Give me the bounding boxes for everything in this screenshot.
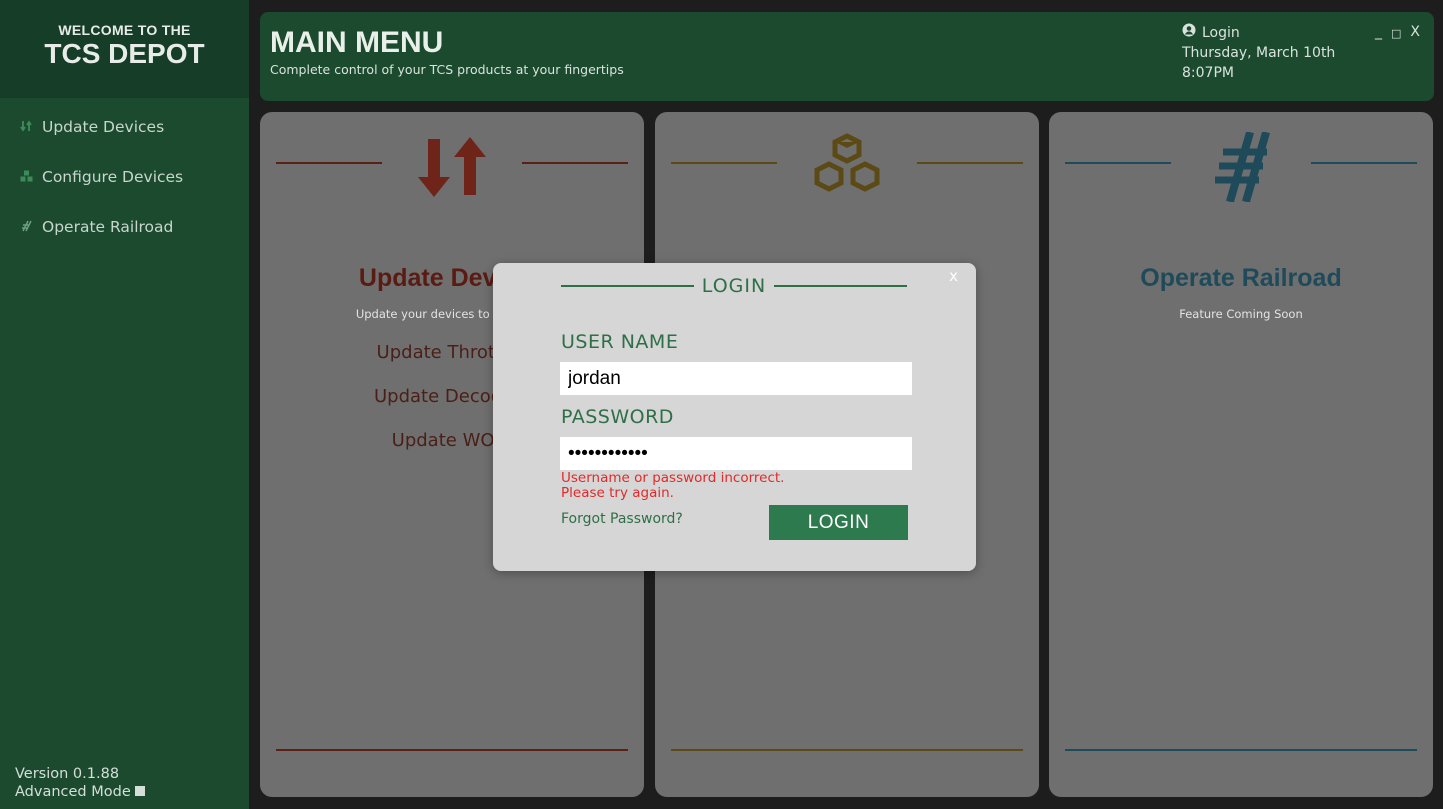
brand-name: TCS DEPOT: [44, 38, 205, 69]
error-line: Username or password incorrect.: [561, 470, 785, 486]
page-title: MAIN MENU: [270, 26, 444, 59]
sidebar-item-configure-devices[interactable]: Configure Devices: [0, 168, 249, 218]
password-input[interactable]: [560, 437, 912, 470]
arrows-updown-icon: [20, 120, 42, 132]
sidebar-item-label: Configure Devices: [42, 168, 184, 186]
page-subtitle: Complete control of your TCS products at…: [270, 62, 624, 77]
cubes-icon: [20, 170, 42, 182]
sidebar-nav: Update Devices Configure Devices Operate…: [0, 98, 249, 268]
divider: [561, 285, 694, 287]
divider: [671, 749, 1023, 751]
dialog-title: LOGIN: [561, 275, 907, 297]
divider: [774, 285, 907, 287]
password-label: PASSWORD: [561, 406, 674, 428]
error-line: Please try again.: [561, 485, 674, 501]
track-icon: [20, 220, 42, 232]
divider: [276, 162, 382, 164]
app-window: WELCOME TO THE TCS DEPOT Update Devices …: [0, 0, 1443, 809]
divider: [671, 162, 777, 164]
divider: [917, 162, 1023, 164]
divider: [1065, 749, 1417, 751]
cubes-icon: [797, 132, 897, 202]
arrows-updown-icon: [402, 132, 502, 202]
dialog-title-text: LOGIN: [701, 275, 767, 297]
brand: WELCOME TO THE TCS DEPOT: [0, 0, 249, 98]
divider: [1311, 162, 1417, 164]
login-dialog: x LOGIN USER NAME PASSWORD Username or p…: [493, 263, 976, 571]
login-link[interactable]: Login: [1182, 23, 1335, 43]
operate-railroad-card[interactable]: Operate Railroad Feature Coming Soon: [1049, 112, 1433, 797]
username-input[interactable]: [560, 362, 912, 395]
sidebar: WELCOME TO THE TCS DEPOT Update Devices …: [0, 0, 249, 809]
track-icon: [1191, 132, 1291, 202]
version-label: Version 0.1.88: [15, 766, 120, 782]
brand-prefix: WELCOME TO THE: [58, 22, 191, 38]
advanced-mode-label: Advanced Mode: [15, 784, 131, 800]
advanced-mode-toggle[interactable]: Advanced Mode: [15, 783, 145, 801]
card-description: Feature Coming Soon: [1179, 307, 1303, 321]
close-window-button[interactable]: X: [1410, 24, 1420, 40]
divider: [522, 162, 628, 164]
sidebar-item-label: Update Devices: [42, 118, 165, 136]
sidebar-item-operate-railroad[interactable]: Operate Railroad: [0, 218, 249, 268]
minimize-button[interactable]: _: [1375, 24, 1382, 40]
user-icon: [1182, 23, 1196, 43]
current-date: Thursday, March 10th: [1182, 45, 1336, 61]
sidebar-item-label: Operate Railroad: [42, 218, 174, 236]
version-info: Version 0.1.88 Advanced Mode: [15, 765, 145, 801]
maximize-button[interactable]: □: [1391, 27, 1401, 40]
current-time: 8:07PM: [1182, 65, 1234, 81]
divider: [1065, 162, 1171, 164]
close-dialog-button[interactable]: x: [949, 267, 958, 285]
divider: [276, 749, 628, 751]
error-message: Username or password incorrect. Please t…: [561, 471, 784, 501]
window-controls: _ □ X: [1375, 24, 1420, 40]
header: MAIN MENU Complete control of your TCS p…: [260, 12, 1434, 101]
username-label: USER NAME: [561, 331, 679, 353]
sidebar-item-update-devices[interactable]: Update Devices: [0, 118, 249, 168]
login-button[interactable]: LOGIN: [769, 505, 908, 540]
card-title: Operate Railroad: [1140, 264, 1342, 292]
login-label: Login: [1202, 25, 1240, 41]
advanced-mode-checkbox[interactable]: [134, 786, 145, 796]
user-status: Login Thursday, March 10th 8:07PM: [1182, 23, 1335, 83]
forgot-password-link[interactable]: Forgot Password?: [561, 511, 683, 527]
